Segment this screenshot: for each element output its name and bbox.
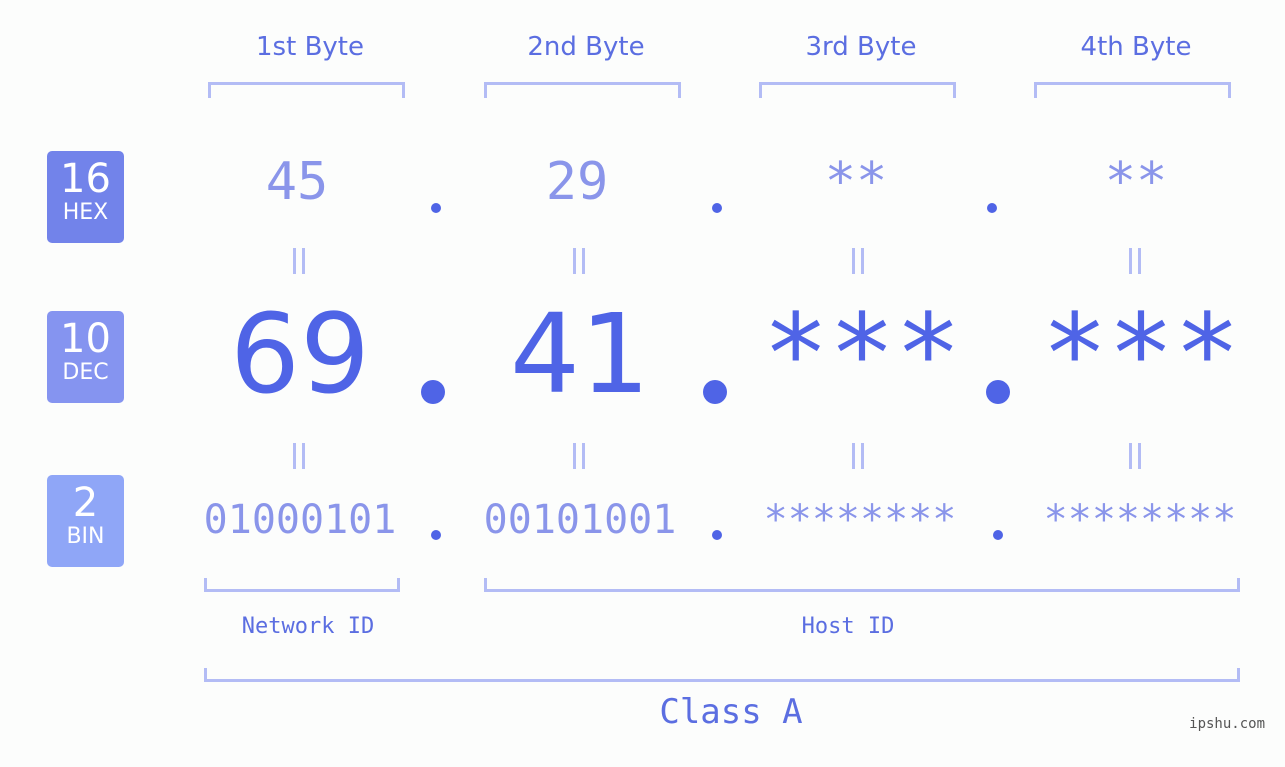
bin-badge: 2 BIN — [47, 475, 124, 567]
hex-dot-1 — [431, 203, 441, 213]
byte-4-title: 4th Byte — [1080, 32, 1192, 62]
class-bracket — [204, 668, 1240, 682]
bin-base-number: 2 — [72, 480, 99, 526]
hex-dot-3 — [987, 203, 997, 213]
bin-base-label: BIN — [66, 524, 105, 549]
byte-1-bracket — [208, 82, 405, 98]
dec-byte-4: *** — [1041, 290, 1241, 418]
equals-icon — [570, 248, 588, 274]
dec-base-number: 10 — [60, 316, 111, 362]
bin-dot-3 — [993, 530, 1003, 540]
bin-byte-1: 01000101 — [203, 497, 397, 543]
dec-base-label: DEC — [62, 360, 109, 385]
hex-dot-2 — [712, 203, 722, 213]
dec-byte-3: *** — [762, 290, 962, 418]
bin-dot-1 — [431, 530, 441, 540]
byte-2-bracket — [484, 82, 681, 98]
host-id-label: Host ID — [801, 614, 895, 639]
hex-badge: 16 HEX — [47, 151, 124, 243]
dec-byte-1: 69 — [230, 290, 370, 418]
dec-badge: 10 DEC — [47, 311, 124, 403]
network-id-bracket — [204, 578, 400, 592]
equals-icon — [849, 443, 867, 469]
dec-dot-1 — [421, 380, 445, 404]
byte-3-bracket — [759, 82, 956, 98]
byte-4-bracket — [1034, 82, 1231, 98]
hex-byte-2: 29 — [545, 152, 609, 212]
dec-dot-3 — [986, 380, 1010, 404]
equals-icon — [1126, 443, 1144, 469]
bin-byte-4: ******** — [1043, 497, 1237, 543]
equals-icon — [290, 443, 308, 469]
dec-dot-2 — [703, 380, 727, 404]
byte-1-title: 1st Byte — [256, 32, 364, 62]
equals-icon — [1126, 248, 1144, 274]
equals-icon — [570, 443, 588, 469]
hex-byte-1: 45 — [265, 152, 329, 212]
equals-icon — [290, 248, 308, 274]
equals-icon — [849, 248, 867, 274]
byte-2-title: 2nd Byte — [527, 32, 645, 62]
hex-byte-3: ** — [824, 152, 888, 212]
network-id-label: Network ID — [241, 614, 375, 639]
byte-3-title: 3rd Byte — [805, 32, 917, 62]
bin-dot-2 — [712, 530, 722, 540]
bin-byte-2: 00101001 — [483, 497, 677, 543]
hex-base-label: HEX — [62, 200, 109, 225]
host-id-bracket — [484, 578, 1240, 592]
watermark: ipshu.com — [1189, 716, 1265, 732]
hex-byte-4: ** — [1104, 152, 1168, 212]
bin-byte-3: ******** — [763, 497, 957, 543]
dec-byte-2: 41 — [510, 290, 650, 418]
class-label: Class A — [659, 692, 803, 732]
hex-base-number: 16 — [60, 156, 111, 202]
